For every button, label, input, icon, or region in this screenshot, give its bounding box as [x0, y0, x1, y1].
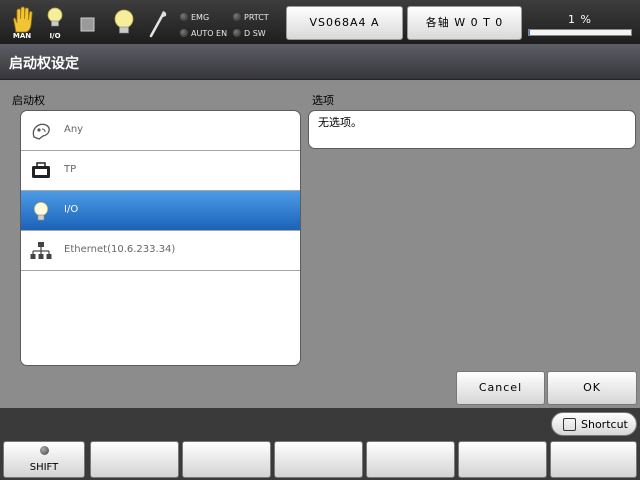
dsw-label: D SW — [244, 29, 266, 38]
function-key-3[interactable] — [274, 441, 363, 478]
lamp-indicator[interactable] — [110, 0, 138, 44]
list-item-label: I/O — [64, 204, 79, 215]
network-icon — [30, 242, 52, 259]
dsw-indicator: D SW — [233, 28, 266, 39]
emg-indicator: EMG — [180, 12, 209, 23]
status-dot — [233, 13, 241, 21]
list-item-label: TP — [64, 164, 77, 175]
io-mode-label: I/O — [49, 32, 61, 40]
wrench-icon — [149, 11, 167, 38]
shortcut-label: Shortcut — [581, 418, 628, 431]
function-bar: Shortcut SHIFT — [0, 408, 640, 480]
shift-led-icon — [40, 446, 49, 455]
ok-button[interactable]: OK — [547, 371, 637, 405]
speed-percent: 1 % — [568, 13, 592, 26]
manual-mode-label: MAN — [12, 32, 32, 40]
status-bar: MAN I/O EMG PRTCT AUTO EN D SW VS068A4 A… — [0, 0, 640, 44]
axis-mode-button[interactable]: 各轴 W 0 T 0 — [407, 6, 522, 40]
options-text: 无选项。 — [318, 116, 362, 129]
stop-square-icon — [80, 17, 95, 32]
shift-key[interactable]: SHIFT — [3, 441, 85, 478]
teach-pendant-icon — [32, 162, 50, 178]
options-box: 无选项。 — [308, 110, 636, 149]
main-content: 启动权 Any TP I/O Ethernet(10.6.233.34) 选项 … — [0, 81, 640, 408]
function-key-2[interactable] — [182, 441, 271, 478]
page-title: 启动权设定 — [9, 56, 79, 72]
bulb-icon — [47, 7, 63, 27]
status-dot — [180, 29, 188, 37]
options-label: 选项 — [312, 94, 334, 107]
list-item-tp[interactable]: TP — [21, 151, 300, 191]
shortcut-button[interactable]: Shortcut — [551, 412, 637, 436]
prtct-label: PRTCT — [244, 13, 269, 22]
maintenance-indicator[interactable] — [146, 0, 170, 44]
title-bar: 启动权设定 — [0, 44, 640, 80]
any-hand-icon — [32, 123, 50, 140]
function-key-6[interactable] — [550, 441, 637, 478]
speed-bar-fill — [529, 30, 531, 35]
shift-label: SHIFT — [29, 462, 59, 473]
function-key-4[interactable] — [366, 441, 455, 478]
manual-mode-indicator[interactable]: MAN — [6, 0, 38, 44]
robot-select-button[interactable]: VS068A4 A — [286, 6, 403, 40]
start-right-list[interactable]: Any TP I/O Ethernet(10.6.233.34) — [20, 110, 301, 366]
auto-en-label: AUTO EN — [191, 29, 228, 38]
shortcut-icon — [563, 418, 576, 431]
stop-indicator[interactable] — [78, 0, 98, 44]
function-key-1[interactable] — [90, 441, 179, 478]
speed-bar — [528, 29, 632, 36]
emg-label: EMG — [191, 13, 210, 22]
list-item-label: Any — [64, 124, 84, 135]
list-item-ethernet[interactable]: Ethernet(10.6.233.34) — [21, 231, 300, 271]
io-mode-indicator[interactable]: I/O — [44, 0, 66, 44]
bulb-icon — [34, 202, 48, 221]
prtct-indicator: PRTCT — [233, 12, 269, 23]
bulb-icon — [114, 9, 134, 34]
cancel-button[interactable]: Cancel — [456, 371, 545, 405]
list-item-io[interactable]: I/O — [21, 191, 300, 231]
list-item-any[interactable]: Any — [21, 111, 300, 151]
function-key-5[interactable] — [458, 441, 547, 478]
start-right-label: 启动权 — [12, 94, 45, 107]
status-dot — [180, 13, 188, 21]
status-dot — [233, 29, 241, 37]
list-item-label: Ethernet(10.6.233.34) — [64, 244, 176, 255]
auto-en-indicator: AUTO EN — [180, 28, 227, 39]
